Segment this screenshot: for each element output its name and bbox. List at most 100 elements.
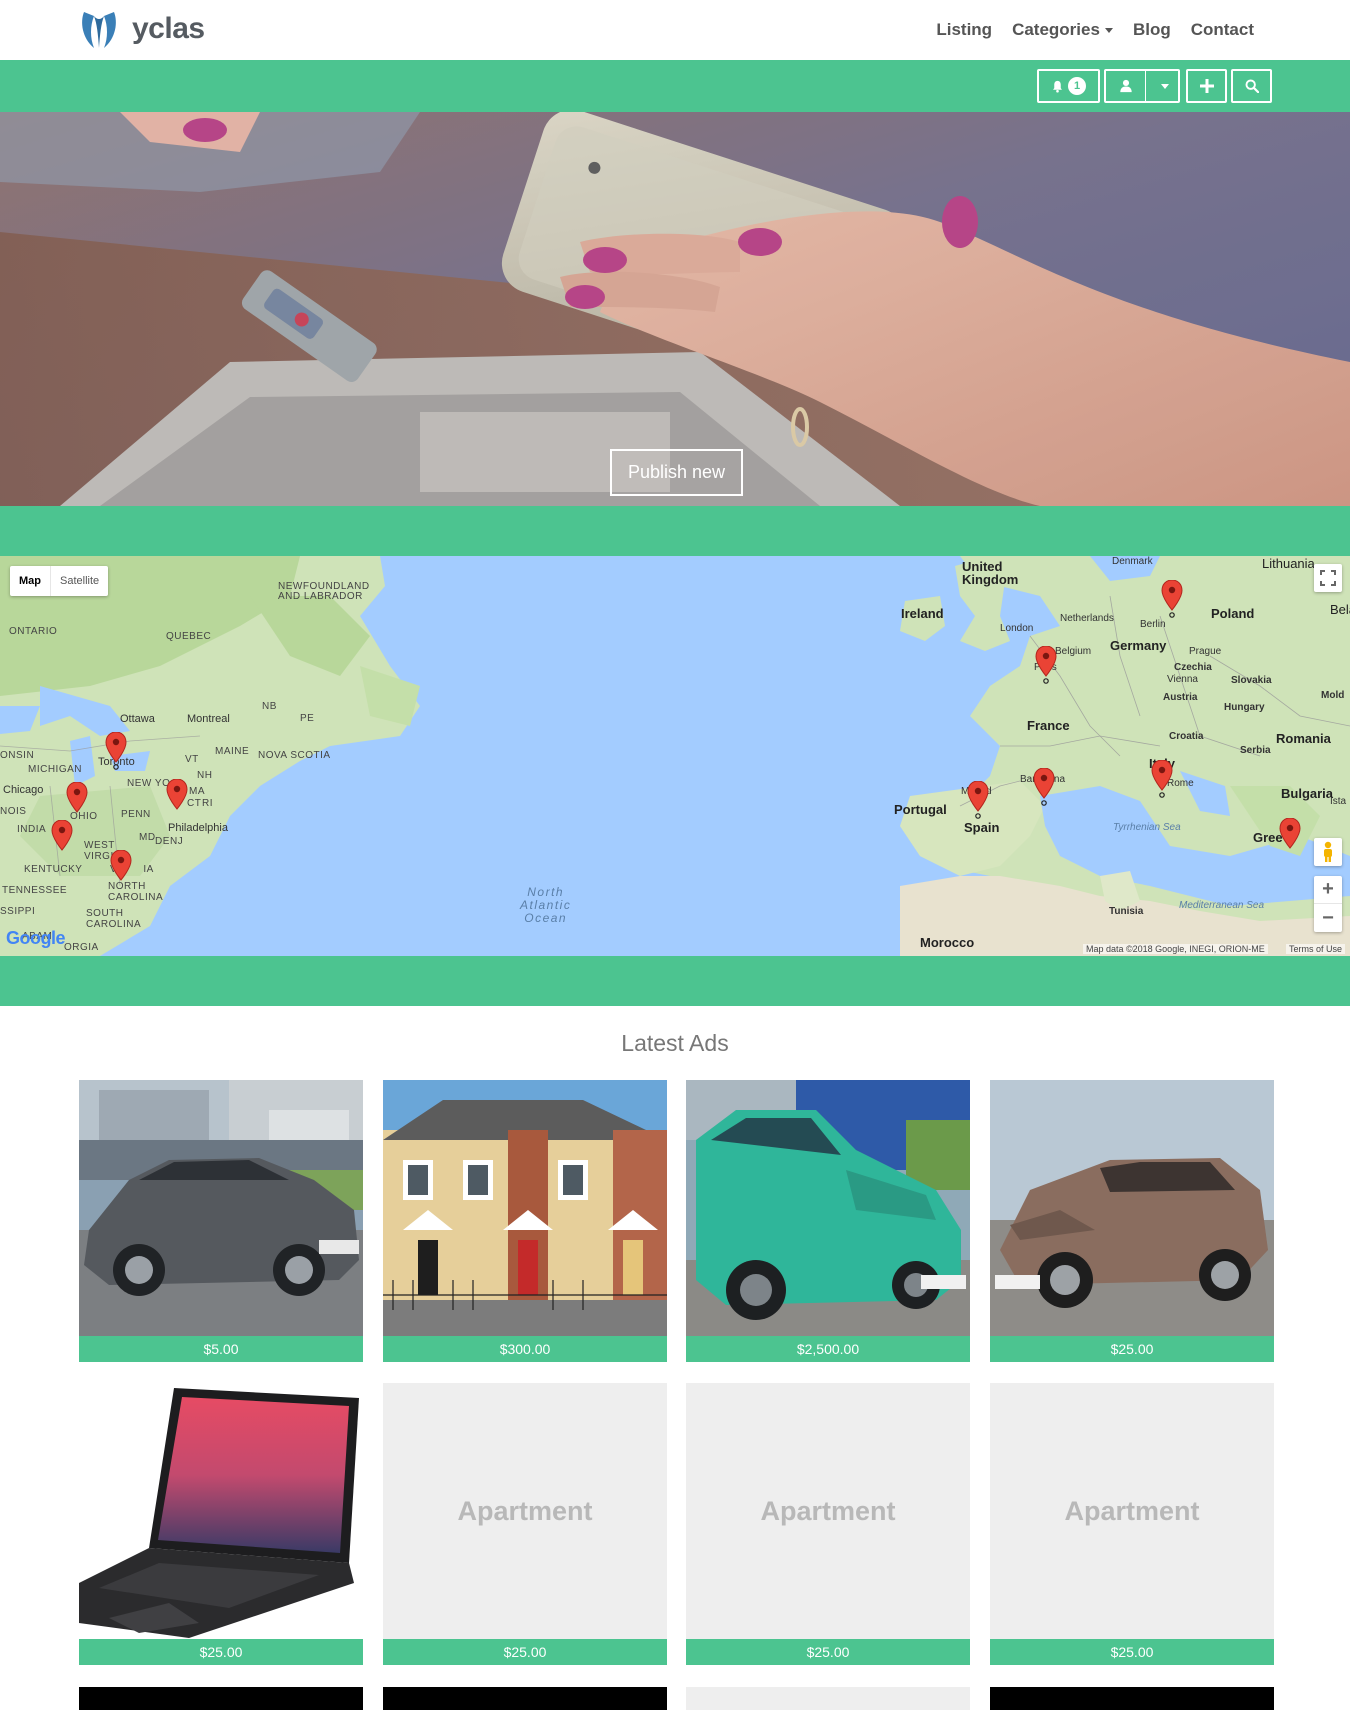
ads-map[interactable]: Map Satellite NEWFOUNDLAND AND LABRADOR …: [0, 556, 1350, 956]
notification-count-badge: 1: [1068, 77, 1086, 95]
map-marker[interactable]: [1035, 646, 1057, 684]
terraced-houses-image: [383, 1080, 667, 1336]
map-label: Bulgaria: [1281, 786, 1334, 801]
ad-card[interactable]: $2,500.00: [686, 1080, 970, 1362]
search-button[interactable]: [1231, 69, 1272, 103]
map-terms-link[interactable]: Terms of Use: [1286, 944, 1346, 954]
map-label: ONTARIO: [9, 626, 58, 637]
map-label: NEWFOUNDLAND AND LABRADOR: [278, 581, 370, 602]
map-label: SOUTH CAROLINA: [86, 908, 142, 930]
ad-card[interactable]: $5.00: [79, 1080, 363, 1362]
map-label: Lithuania: [1262, 556, 1315, 571]
fullscreen-icon: [1320, 570, 1336, 586]
zoom-out-button[interactable]: −: [1314, 904, 1342, 932]
map-marker[interactable]: [110, 850, 132, 888]
pegman-icon: [1324, 841, 1332, 862]
map-label: Ista: [1330, 796, 1347, 807]
map-label: NH: [197, 770, 213, 781]
ad-card[interactable]: [990, 1687, 1274, 1710]
map-label: MICHIGAN: [28, 764, 82, 775]
notifications-button[interactable]: 1: [1037, 69, 1100, 103]
map-type-map[interactable]: Map: [10, 566, 50, 596]
map-label: KENTUCKY: [24, 864, 83, 875]
ad-image[interactable]: [79, 1383, 363, 1639]
map-label: RI: [202, 798, 213, 809]
ad-image[interactable]: [383, 1080, 667, 1336]
map-label: NJ: [170, 836, 184, 847]
ad-price: $25.00: [383, 1639, 667, 1665]
ad-image-placeholder[interactable]: Apartment: [686, 1383, 970, 1639]
ad-image-placeholder[interactable]: Apartment: [990, 1383, 1274, 1639]
map-label: MAINE: [215, 746, 250, 757]
nav-contact[interactable]: Contact: [1181, 20, 1264, 40]
ad-image-placeholder[interactable]: Apartment: [383, 1383, 667, 1639]
map-type-satellite[interactable]: Satellite: [50, 566, 108, 596]
ad-card[interactable]: Apartment $25.00: [383, 1383, 667, 1665]
map-marker[interactable]: [51, 820, 73, 858]
ad-card[interactable]: $25.00: [990, 1080, 1274, 1362]
caret-down-icon: [1160, 83, 1169, 89]
map-label: Austria: [1163, 692, 1198, 703]
nav-categories[interactable]: Categories: [1002, 20, 1123, 40]
logo-icon: [82, 12, 116, 48]
ad-image[interactable]: [990, 1080, 1274, 1336]
map-label: Vienna: [1167, 674, 1198, 685]
map-marker[interactable]: [1161, 580, 1183, 618]
car-bronze-hatchback-image: [990, 1080, 1274, 1336]
ad-card[interactable]: $300.00: [383, 1080, 667, 1362]
ad-price: $25.00: [79, 1639, 363, 1665]
ad-card[interactable]: $25.00: [79, 1383, 363, 1665]
user-dropdown-toggle[interactable]: [1145, 69, 1180, 103]
plus-icon: [1199, 79, 1214, 93]
map-label: Croatia: [1169, 731, 1204, 742]
map-label: QUEBEC: [166, 631, 212, 642]
map-label: VT: [185, 754, 199, 765]
map-marker[interactable]: [1033, 768, 1055, 806]
map-label: NOIS: [0, 806, 27, 817]
map-label: PENN: [121, 809, 151, 820]
zoom-in-button[interactable]: +: [1314, 876, 1342, 904]
street-view-pegman[interactable]: [1314, 838, 1342, 866]
ad-card[interactable]: Apartment $25.00: [686, 1383, 970, 1665]
map-label: Spain: [964, 820, 1000, 835]
map-label: NOVA SCOTIA: [258, 750, 331, 761]
map-label: NEW YO: [127, 778, 171, 789]
latest-ads-title: Latest Ads: [621, 1030, 729, 1056]
user-menu-button[interactable]: [1104, 69, 1146, 103]
map-label: PE: [300, 713, 315, 724]
zoom-control: + −: [1314, 876, 1342, 932]
ad-price: $2,500.00: [686, 1336, 970, 1362]
map-label: Tunisia: [1109, 906, 1144, 917]
ad-card[interactable]: [686, 1687, 970, 1710]
ad-price: $5.00: [79, 1336, 363, 1362]
nav-listing[interactable]: Listing: [926, 20, 1002, 40]
map-label: Serbia: [1240, 745, 1271, 756]
nav-blog[interactable]: Blog: [1123, 20, 1181, 40]
map-label: SSIPPI: [0, 906, 36, 917]
map-label: ORGIA: [64, 942, 99, 953]
site-logo[interactable]: yclas: [78, 8, 205, 50]
ad-card[interactable]: Apartment $25.00: [990, 1383, 1274, 1665]
map-marker[interactable]: [1151, 760, 1173, 798]
map-label-sea: Mediterranean Sea: [1179, 900, 1265, 911]
publish-new-button[interactable]: Publish new: [610, 449, 743, 496]
publish-new-ad-button[interactable]: [1186, 69, 1227, 103]
map-marker[interactable]: [1279, 818, 1301, 856]
map-label: Hungary: [1224, 702, 1265, 713]
ad-image[interactable]: [686, 1080, 970, 1336]
map-marker[interactable]: [66, 782, 88, 820]
ad-image[interactable]: [79, 1080, 363, 1336]
map-marker[interactable]: [105, 732, 127, 770]
ad-card[interactable]: [383, 1687, 667, 1710]
map-label: France: [1027, 718, 1070, 733]
fullscreen-button[interactable]: [1314, 564, 1342, 592]
map-label: Germany: [1110, 638, 1167, 653]
ad-placeholder-text: Apartment: [457, 1495, 593, 1526]
map-marker[interactable]: [166, 779, 188, 817]
ad-price: $25.00: [686, 1639, 970, 1665]
ad-placeholder-text: Apartment: [1064, 1495, 1200, 1526]
map-marker[interactable]: [967, 781, 989, 819]
google-logo[interactable]: Google: [6, 928, 66, 949]
map-label: Chicago: [3, 784, 44, 796]
ad-card[interactable]: [79, 1687, 363, 1710]
